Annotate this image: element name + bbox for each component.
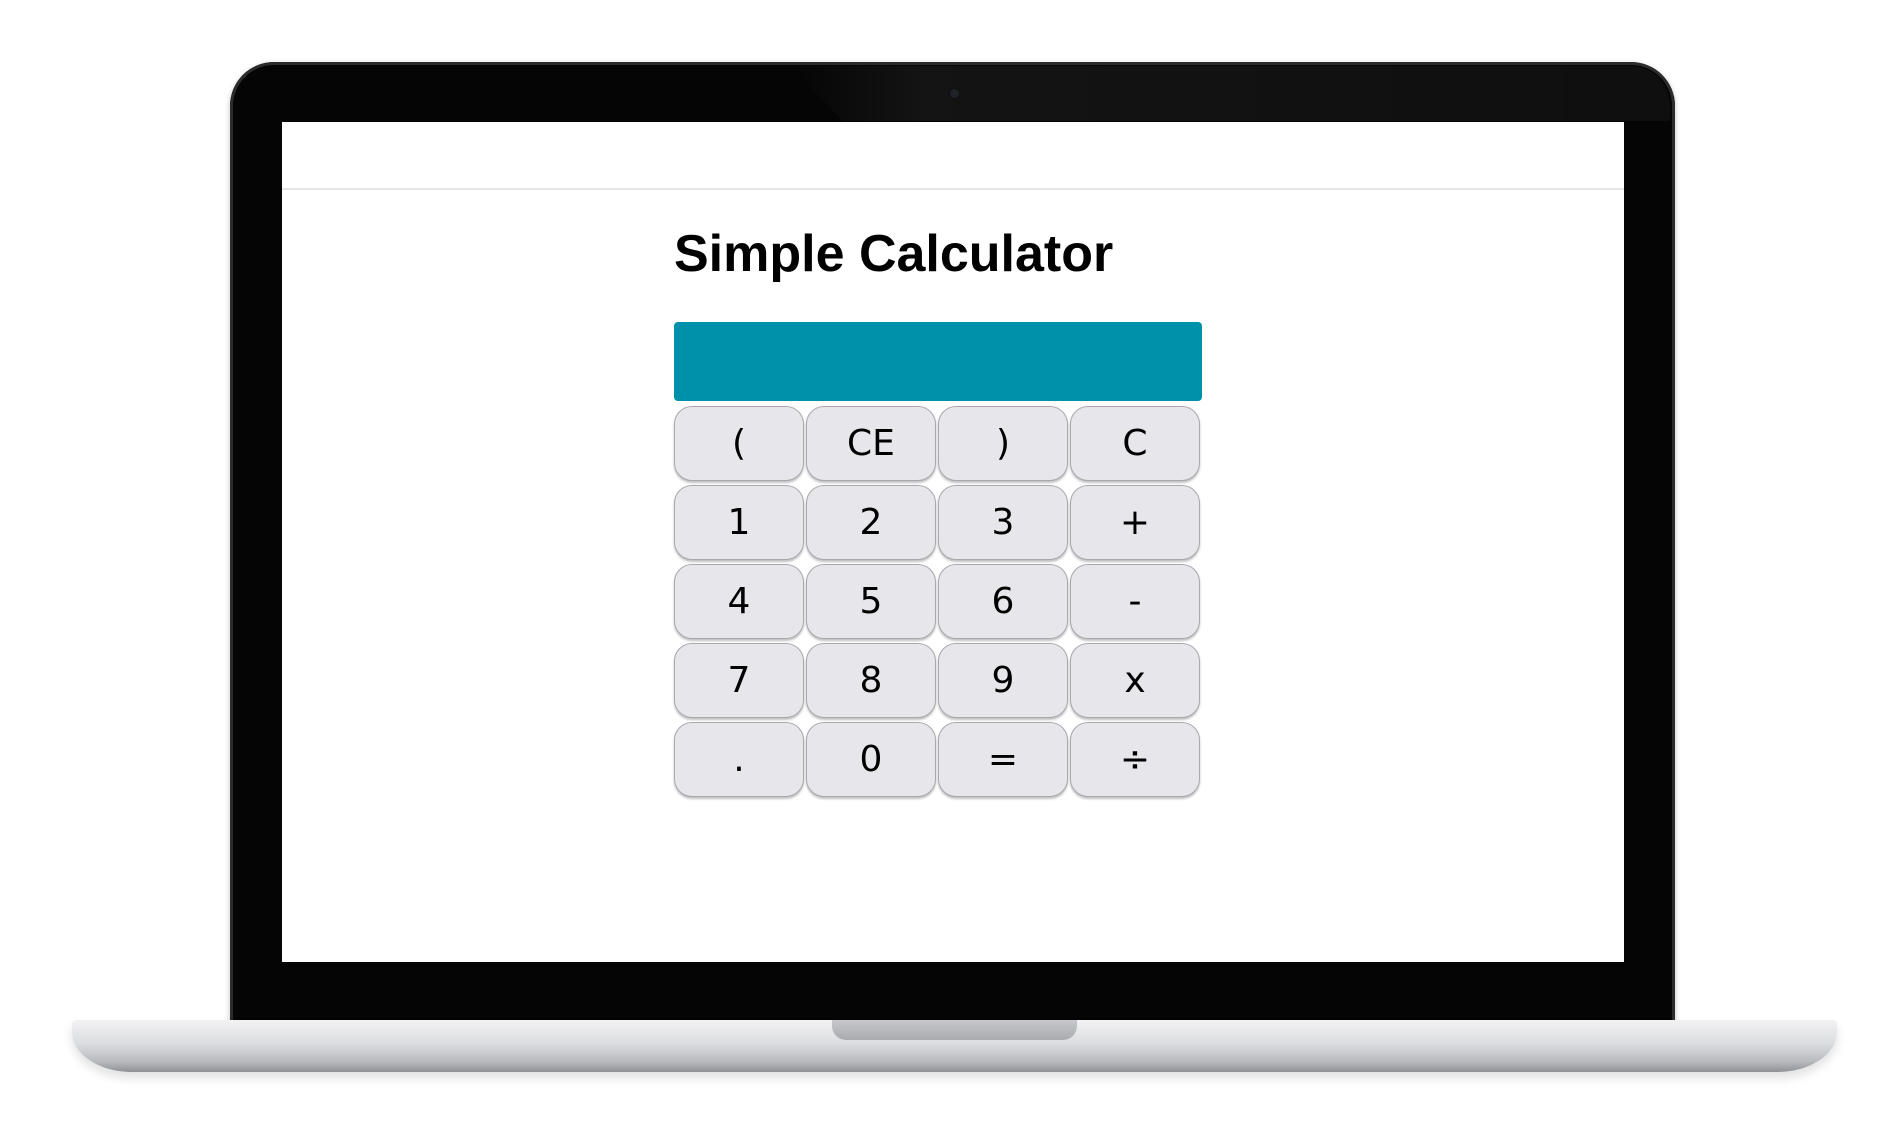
laptop-base <box>72 1020 1837 1072</box>
decimal-button[interactable]: . <box>674 722 804 797</box>
multiply-button[interactable]: x <box>1070 643 1200 718</box>
digit-6-button[interactable]: 6 <box>938 564 1068 639</box>
page-title: Simple Calculator <box>674 225 1114 283</box>
lid-glare <box>790 66 1670 121</box>
open-paren-button[interactable]: ( <box>674 406 804 481</box>
digit-5-button[interactable]: 5 <box>806 564 936 639</box>
equals-button[interactable]: = <box>938 722 1068 797</box>
calculator-display <box>674 322 1202 401</box>
digit-1-button[interactable]: 1 <box>674 485 804 560</box>
digit-9-button[interactable]: 9 <box>938 643 1068 718</box>
divide-button[interactable]: ÷ <box>1070 722 1200 797</box>
browser-bar <box>282 122 1624 190</box>
laptop-screen: Simple Calculator (CE) C 1 2 3 +4 5 6- 7 8 9 x. 0 = ÷ <box>282 122 1624 962</box>
digit-0-button[interactable]: 0 <box>806 722 936 797</box>
subtract-button[interactable]: - <box>1070 564 1200 639</box>
clear-entry-button[interactable]: CE <box>806 406 936 481</box>
add-button[interactable]: + <box>1070 485 1200 560</box>
laptop-mockup: Simple Calculator (CE) C 1 2 3 +4 5 6- 7 8 9 x. 0 = ÷ <box>0 0 1895 1139</box>
close-paren-button[interactable]: ) <box>938 406 1068 481</box>
digit-2-button[interactable]: 2 <box>806 485 936 560</box>
digit-4-button[interactable]: 4 <box>674 564 804 639</box>
digit-7-button[interactable]: 7 <box>674 643 804 718</box>
calculator-keypad: (CE) C 1 2 3 +4 5 6- 7 8 9 x. 0 = ÷ <box>674 406 1204 797</box>
digit-8-button[interactable]: 8 <box>806 643 936 718</box>
camera-icon <box>950 89 959 98</box>
laptop-base-notch <box>832 1020 1077 1040</box>
digit-3-button[interactable]: 3 <box>938 485 1068 560</box>
clear-button[interactable]: C <box>1070 406 1200 481</box>
laptop-lid: Simple Calculator (CE) C 1 2 3 +4 5 6- 7 8 9 x. 0 = ÷ <box>230 62 1675 1024</box>
